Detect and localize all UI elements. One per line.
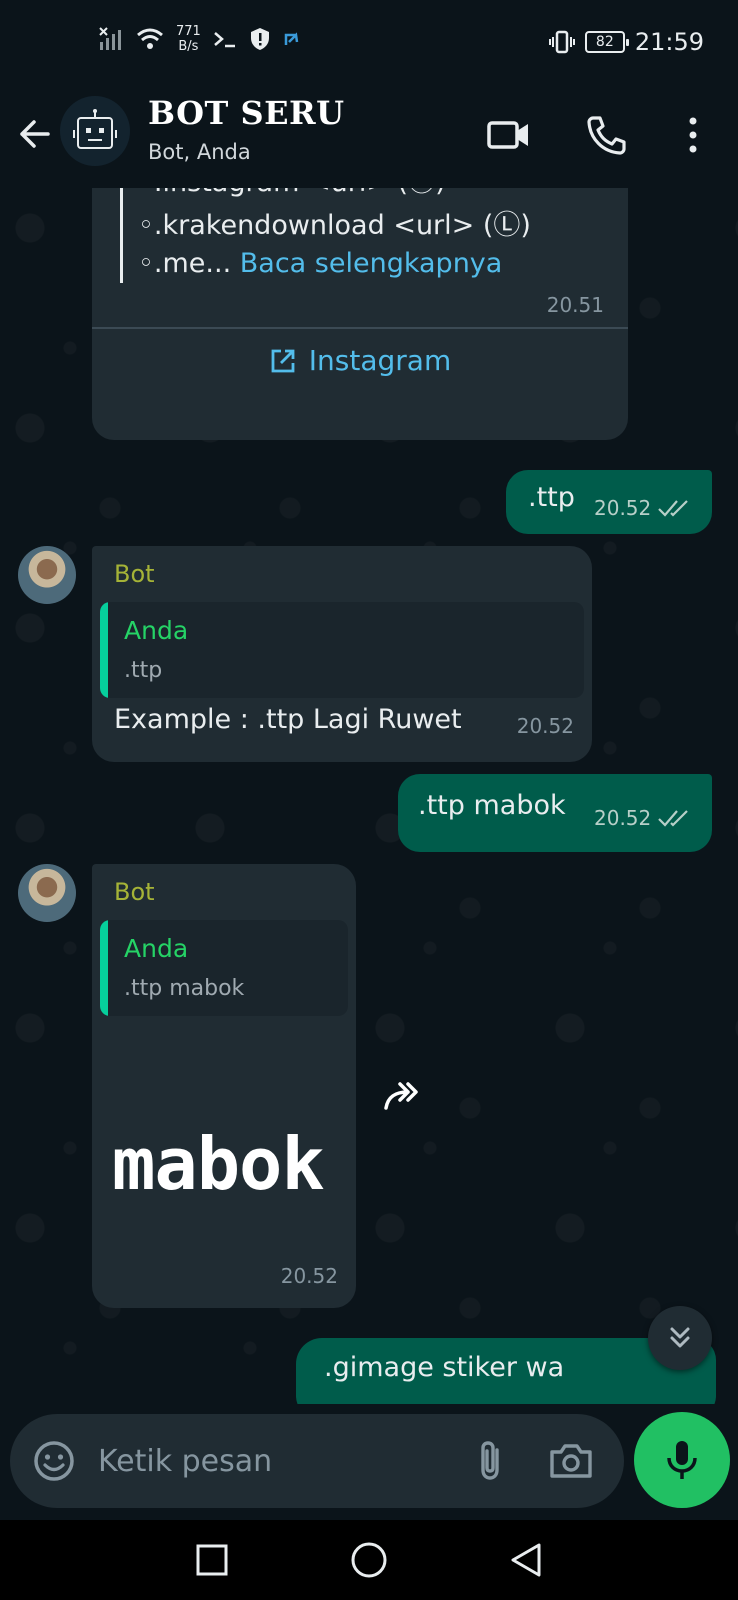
message-line: ◦.krakendownload <url> (Ⓛ) [138, 210, 531, 241]
message-time: 20.52 [280, 1264, 338, 1288]
bot-avatar[interactable] [18, 546, 76, 604]
clock: 21:59 [634, 28, 704, 56]
sender-name[interactable]: Bot [114, 878, 155, 906]
bot-avatar[interactable] [18, 864, 76, 922]
voice-record-button[interactable] [634, 1412, 730, 1508]
quoted-sender: Anda [124, 934, 189, 963]
status-bar: 771 B/s 82 21:59 [0, 0, 738, 92]
robot-icon [73, 109, 117, 149]
instagram-link-button[interactable]: Instagram [92, 344, 628, 377]
no-signal-icon [99, 27, 121, 50]
recents-button[interactable] [184, 1532, 240, 1588]
back-button[interactable] [498, 1532, 554, 1588]
chat-subtitle[interactable]: Bot, Anda [148, 140, 251, 164]
battery-indicator: 82 [584, 31, 629, 53]
double-chevron-down-icon [670, 1327, 690, 1348]
home-button[interactable] [341, 1532, 397, 1588]
message-bubble-incoming[interactable]: Bot Anda .ttp mabok mabok 20.52 [92, 864, 356, 1308]
shield-icon [250, 28, 269, 50]
double-check-icon [658, 810, 689, 827]
quoted-text: .ttp mabok [124, 976, 245, 1001]
square-icon [196, 1544, 228, 1576]
quoted-text: .ttp [124, 658, 163, 683]
circle-icon [351, 1542, 387, 1578]
network-speed-unit: B/s [178, 39, 199, 54]
wifi-icon [137, 28, 163, 49]
back-arrow-icon[interactable] [14, 114, 54, 154]
message-time: 20.51 [546, 293, 604, 317]
more-options-icon[interactable] [670, 112, 716, 158]
message-text: .gimage stiker wa [324, 1352, 565, 1383]
chat-area[interactable]: ◦.instagram <url> (Ⓛ) ◦.krakendownload <… [0, 188, 738, 1404]
emoji-icon[interactable] [30, 1437, 78, 1485]
triangle-back-icon [511, 1543, 541, 1577]
message-bubble-outgoing[interactable]: .ttp 20.52 [506, 470, 712, 534]
message-time: 20.52 [516, 714, 574, 738]
instagram-button-label: Instagram [308, 344, 452, 377]
quoted-sender: Anda [124, 616, 189, 645]
terminal-icon [214, 32, 235, 48]
message-line: ◦.instagram <url> (Ⓛ) [138, 188, 446, 199]
message-bubble-incoming[interactable]: Bot Anda .ttp Example : .ttp Lagi Ruwet … [92, 546, 592, 762]
voice-call-icon[interactable] [584, 112, 630, 158]
quoted-message[interactable]: Anda .ttp [100, 602, 584, 698]
quote-bar [120, 188, 123, 283]
read-more-link[interactable]: Baca selengkapnya [240, 248, 503, 279]
external-link-icon [271, 349, 295, 372]
camera-icon[interactable] [546, 1436, 596, 1486]
message-time: 20.52 [594, 496, 652, 520]
microphone-icon [667, 1441, 697, 1479]
message-time: 20.52 [594, 806, 652, 830]
chat-header: BOT SERU Bot, Anda [0, 92, 738, 188]
sticker-image[interactable]: mabok [112, 1122, 325, 1206]
message-text: .ttp [528, 482, 575, 513]
sender-name[interactable]: Bot [114, 560, 155, 588]
double-check-icon [658, 500, 689, 517]
group-avatar[interactable] [60, 96, 130, 166]
message-text: .ttp mabok [418, 790, 566, 821]
network-speed: 771 B/s [176, 24, 201, 54]
message-line-truncated: ◦.me... Baca selengkapnya [138, 248, 502, 279]
forward-icon[interactable] [382, 1074, 428, 1120]
network-speed-value: 771 [176, 24, 201, 39]
message-bubble-incoming[interactable]: ◦.instagram <url> (Ⓛ) ◦.krakendownload <… [92, 188, 628, 440]
video-call-icon[interactable] [486, 112, 532, 158]
chat-title[interactable]: BOT SERU [148, 94, 344, 132]
app-notification-icon [284, 32, 299, 45]
vibrate-icon [548, 30, 575, 54]
system-navigation-bar [0, 1520, 738, 1600]
message-text: Example : .ttp Lagi Ruwet [114, 704, 462, 735]
divider [92, 327, 628, 329]
scroll-to-bottom-button[interactable] [648, 1306, 712, 1370]
message-input[interactable] [98, 1436, 438, 1486]
message-bubble-outgoing[interactable]: .ttp mabok 20.52 [398, 774, 712, 852]
paperclip-icon[interactable] [466, 1436, 516, 1486]
message-line-prefix: ◦.me... [138, 248, 232, 279]
quoted-message[interactable]: Anda .ttp mabok [100, 920, 348, 1016]
message-composer [10, 1414, 624, 1508]
